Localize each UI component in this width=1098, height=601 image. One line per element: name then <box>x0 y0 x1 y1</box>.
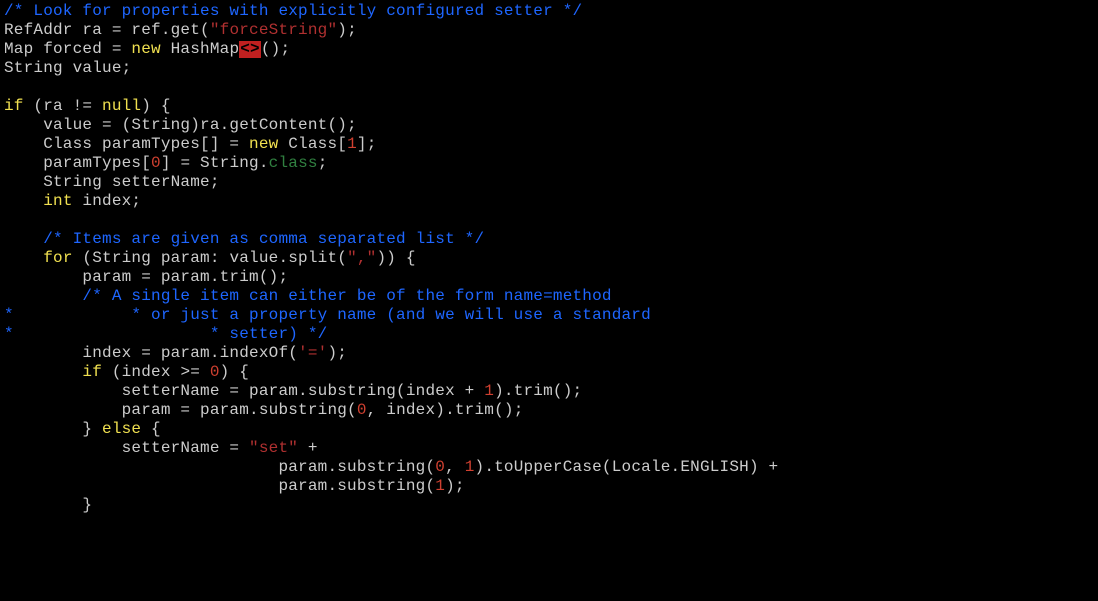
code-text: param.substring( <box>4 458 435 476</box>
code-text: param = param.trim(); <box>4 268 288 286</box>
keyword-if: if <box>82 363 102 381</box>
keyword-new: new <box>249 135 278 153</box>
comment: /* Items are given as comma separated li… <box>4 230 484 248</box>
char-literal: '=' <box>298 344 327 362</box>
code-text: + <box>298 439 318 457</box>
number-literal: 1 <box>347 135 357 153</box>
keyword-new: new <box>131 40 160 58</box>
code-text: ) { <box>141 97 170 115</box>
comment: /* Look for properties with explicitly c… <box>4 2 582 20</box>
keyword-for: for <box>43 249 72 267</box>
string-literal: "," <box>347 249 376 267</box>
code-text: ); <box>445 477 465 495</box>
code-text: String value; <box>4 59 131 77</box>
keyword-class: class <box>269 154 318 172</box>
code-text: (); <box>261 40 290 58</box>
number-literal: 0 <box>210 363 220 381</box>
code-text: (String param: value.split( <box>73 249 347 267</box>
number-literal: 0 <box>435 458 445 476</box>
code-text: ).toUpperCase(Locale.ENGLISH) + <box>475 458 779 476</box>
code-text: , <box>445 458 465 476</box>
code-text: HashMap <box>161 40 239 58</box>
code-text: ); <box>337 21 357 39</box>
comment: /* A single item can either be of the fo… <box>4 287 612 305</box>
code-text: index; <box>73 192 142 210</box>
code-text: Class paramTypes[] = <box>4 135 249 153</box>
code-text: } <box>4 420 102 438</box>
keyword-if: if <box>4 97 24 115</box>
number-literal: 1 <box>435 477 445 495</box>
code-text: setterName = <box>4 439 249 457</box>
keyword-null: null <box>102 97 141 115</box>
code-text: ).trim(); <box>494 382 582 400</box>
number-literal: 1 <box>465 458 475 476</box>
code-text: ] = String. <box>161 154 269 172</box>
code-text: , index).trim(); <box>367 401 524 419</box>
code-text: ) { <box>220 363 249 381</box>
number-literal: 0 <box>357 401 367 419</box>
string-literal: "forceString" <box>210 21 337 39</box>
code-text: RefAddr ra = ref.get( <box>4 21 210 39</box>
code-text: param = param.substring( <box>4 401 357 419</box>
code-text: )) { <box>376 249 415 267</box>
code-text: ; <box>318 154 328 172</box>
code-text: index = param.indexOf( <box>4 344 298 362</box>
code-text: value = (String)ra.getContent(); <box>4 116 357 134</box>
code-text: (ra != <box>24 97 102 115</box>
code-text: { <box>141 420 161 438</box>
comment: * * setter) */ <box>4 325 327 343</box>
diamond-operator-highlight: <> <box>239 41 261 58</box>
code-text: param.substring( <box>4 477 435 495</box>
code-text <box>4 363 82 381</box>
code-text <box>4 192 43 210</box>
keyword-else: else <box>102 420 141 438</box>
code-editor[interactable]: /* Look for properties with explicitly c… <box>0 0 1098 517</box>
number-literal: 1 <box>484 382 494 400</box>
keyword-int: int <box>43 192 72 210</box>
number-literal: 0 <box>151 154 161 172</box>
code-text: ); <box>327 344 347 362</box>
string-literal: "set" <box>249 439 298 457</box>
code-text: } <box>4 496 92 514</box>
code-text: paramTypes[ <box>4 154 151 172</box>
code-text: setterName = param.substring(index + <box>4 382 484 400</box>
code-text: Class[ <box>278 135 347 153</box>
code-text: String setterName; <box>4 173 220 191</box>
code-text: Map forced = <box>4 40 131 58</box>
comment: * * or just a property name (and we will… <box>4 306 651 324</box>
code-text: (index >= <box>102 363 210 381</box>
code-text: ]; <box>357 135 377 153</box>
code-text <box>4 249 43 267</box>
